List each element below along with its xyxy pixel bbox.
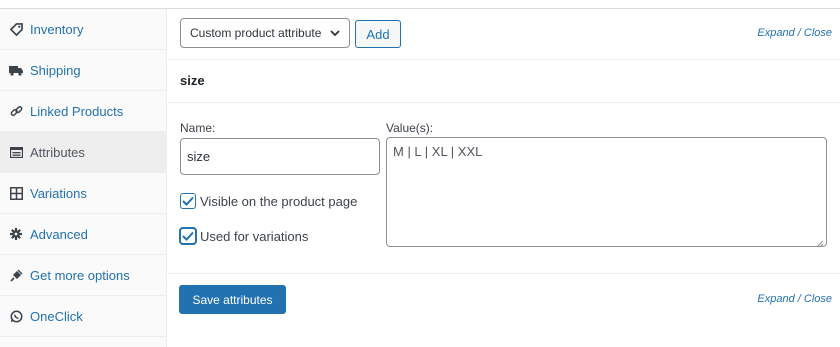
- resize-handle-icon[interactable]: [816, 236, 824, 248]
- attributes-panel: Custom product attribute Add Expand / Cl…: [167, 9, 840, 347]
- tab-linked-products[interactable]: Linked Products: [0, 91, 167, 132]
- tab-shipping-label: Shipping: [30, 62, 81, 78]
- expand-close-separator: /: [797, 27, 801, 39]
- values-label: Value(s):: [386, 121, 434, 135]
- tab-inventory[interactable]: Inventory: [0, 9, 167, 50]
- list-card-icon: [9, 145, 23, 159]
- expand-all-link-footer[interactable]: Expand: [757, 293, 794, 305]
- expand-all-link[interactable]: Expand: [757, 27, 794, 39]
- tab-attributes-label: Attributes: [30, 144, 85, 160]
- grid-icon: [9, 186, 23, 200]
- visible-on-product-page-checkbox[interactable]: [180, 193, 196, 209]
- attribute-header[interactable]: size: [167, 60, 840, 103]
- used-for-variations-checkbox[interactable]: [180, 228, 196, 244]
- expand-close-footer: Expand / Close: [757, 293, 832, 305]
- expand-close-toolbar: Expand / Close: [757, 27, 832, 39]
- tag-icon: [9, 22, 23, 36]
- expand-close-separator-footer: /: [797, 293, 801, 305]
- name-label: Name:: [180, 121, 216, 135]
- visible-on-product-page-label: Visible on the product page: [200, 193, 358, 209]
- tab-oneclick[interactable]: OneClick: [0, 296, 167, 337]
- attribute-name-input[interactable]: size: [180, 138, 380, 175]
- tab-attributes[interactable]: Attributes: [0, 132, 167, 173]
- product-data-tabs: Inventory Shipping Linked Products Attri…: [0, 9, 167, 347]
- attribute-values-text: M | L | XL | XXL: [393, 144, 483, 159]
- used-for-variations-row[interactable]: Used for variations: [180, 228, 308, 244]
- tab-variations[interactable]: Variations: [0, 173, 167, 214]
- save-attributes-button[interactable]: Save attributes: [179, 285, 286, 314]
- chevron-down-icon: [329, 27, 341, 39]
- tab-variations-label: Variations: [30, 185, 87, 201]
- tab-advanced[interactable]: Advanced: [0, 214, 167, 255]
- plugin-icon: [9, 268, 23, 282]
- tab-oneclick-label: OneClick: [30, 308, 83, 324]
- tab-shipping[interactable]: Shipping: [0, 50, 167, 91]
- add-attribute-button[interactable]: Add: [355, 20, 401, 48]
- attributes-footer: Save attributes Expand / Close: [167, 273, 840, 347]
- close-all-link[interactable]: Close: [804, 27, 832, 39]
- attribute-select-value: Custom product attribute: [190, 26, 322, 40]
- visible-on-product-page-row[interactable]: Visible on the product page: [180, 193, 357, 209]
- tab-advanced-label: Advanced: [30, 226, 88, 242]
- attribute-title: size: [180, 73, 205, 88]
- tab-inventory-label: Inventory: [30, 21, 84, 37]
- attributes-toolbar: Custom product attribute Add Expand / Cl…: [167, 9, 840, 60]
- truck-icon: [9, 63, 23, 77]
- attribute-body: Name: size Value(s): M | L | XL | XXL Vi…: [167, 103, 840, 273]
- link-icon: [9, 104, 23, 118]
- tab-get-more-options-label: Get more options: [30, 267, 130, 283]
- attribute-taxonomy-select[interactable]: Custom product attribute: [180, 18, 350, 48]
- tab-linked-products-label: Linked Products: [30, 103, 124, 119]
- gear-icon: [9, 227, 23, 241]
- used-for-variations-label: Used for variations: [200, 228, 309, 244]
- whatsapp-icon: [9, 309, 23, 323]
- close-all-link-footer[interactable]: Close: [804, 293, 832, 305]
- tab-get-more-options[interactable]: Get more options: [0, 255, 167, 296]
- attribute-values-textarea[interactable]: M | L | XL | XXL: [386, 137, 827, 248]
